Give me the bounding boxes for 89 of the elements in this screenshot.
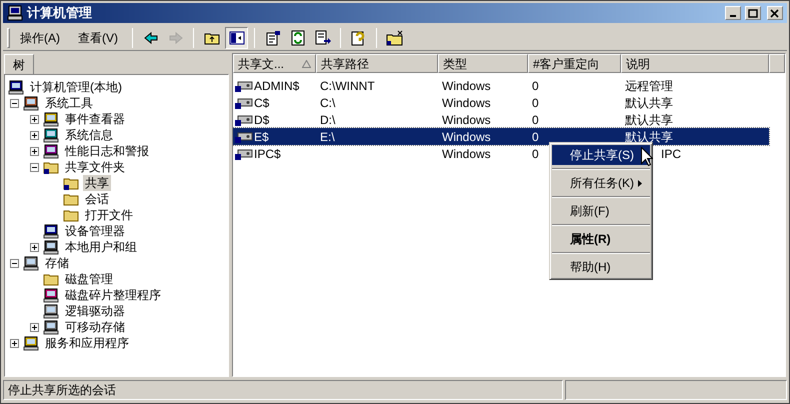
close-button[interactable] [767, 6, 783, 20]
table-cell-text: 0 [532, 112, 539, 128]
table-cell-text: 0 [532, 78, 539, 94]
table-cell-text: 0 [532, 128, 539, 146]
tree-item[interactable]: 会话 [83, 191, 111, 207]
tree-item[interactable]: 本地用户和组 [63, 239, 139, 255]
table-cell-text: 默认共享 [625, 112, 673, 128]
forward-arrow-icon [168, 30, 184, 46]
tree-item[interactable]: 计算机管理(本地) [28, 78, 124, 96]
shared-drive-icon [235, 114, 253, 126]
menu-item[interactable]: 停止共享(S) [552, 145, 650, 165]
table-cell-text: Windows [442, 128, 491, 146]
table-cell-text: 远程管理 [625, 78, 673, 94]
maximize-icon [748, 8, 758, 18]
menu-item[interactable]: 帮助(H) [552, 257, 650, 277]
table-cell-text: Windows [442, 78, 491, 94]
table-cell-text: E:\ [320, 128, 335, 146]
column-header[interactable]: 说明 [621, 54, 769, 73]
collapse-icon[interactable] [10, 258, 19, 268]
table-cell-text: D$ [254, 112, 270, 128]
tree-item[interactable]: 磁盘管理 [63, 271, 115, 287]
column-header[interactable]: #客户重定向 [528, 54, 621, 73]
table-cell-text: Windows [442, 112, 491, 128]
export-icon [314, 30, 330, 46]
table-cell-text: 0 [532, 94, 539, 112]
expand-icon[interactable] [30, 146, 39, 156]
minimize-icon [730, 14, 736, 16]
tree-item[interactable]: 设备管理器 [63, 223, 127, 239]
computer-icon [8, 79, 24, 95]
expand-icon[interactable] [30, 114, 39, 124]
table-cell-text: Windows [442, 94, 491, 112]
shared-drive-icon [235, 130, 253, 142]
table-cell-text: 0 [532, 146, 539, 162]
tree-item[interactable]: 服务和应用程序 [43, 335, 131, 351]
close-icon [770, 8, 780, 18]
tree-item[interactable]: 性能日志和警报 [63, 143, 151, 159]
column-header[interactable]: 共享文... [233, 54, 316, 73]
maximize-button[interactable] [745, 6, 761, 20]
table-cell-text: C:\WINNT [320, 78, 375, 94]
status-text: 停止共享所选的会话 [3, 380, 563, 400]
tree-item[interactable]: 磁盘碎片整理程序 [63, 287, 163, 303]
table-cell-text: E$ [254, 128, 269, 146]
collapse-icon[interactable] [30, 162, 39, 172]
refresh-icon [290, 30, 306, 46]
table-cell-text: IPC$ [254, 146, 281, 162]
expand-icon[interactable] [30, 322, 39, 332]
table-cell-text: ADMIN$ [254, 78, 300, 94]
shared-drive-icon [235, 80, 253, 92]
expand-icon[interactable] [30, 130, 39, 140]
tree-pane-button[interactable] [225, 26, 248, 48]
tree-item[interactable]: 打开文件 [83, 207, 135, 223]
menu-item[interactable]: 所有任务(K) [552, 173, 650, 193]
tree-item[interactable]: 逻辑驱动器 [63, 303, 127, 319]
column-header[interactable]: 共享路径 [316, 54, 438, 73]
sort-ascending-icon [302, 60, 311, 68]
table-cell-text: D:\ [320, 112, 336, 128]
tree-item[interactable]: 共享文件夹 [63, 159, 127, 175]
table-cell-text: 默认共享 [625, 94, 673, 112]
tree-item[interactable]: 事件查看器 [63, 111, 127, 127]
expand-icon[interactable] [10, 338, 19, 348]
table-cell-text: C:\ [320, 94, 336, 112]
menu-item[interactable]: 操作(A) [12, 28, 68, 48]
computer-icon [43, 223, 59, 239]
new-share-icon [386, 30, 404, 46]
shared-drive-icon [235, 96, 253, 108]
help-icon [350, 30, 366, 46]
menu-item[interactable]: 属性(R) [552, 229, 650, 249]
tree-pane-icon [228, 30, 244, 46]
shared-drive-icon [235, 148, 253, 160]
tree-item[interactable]: 可移动存储 [63, 319, 127, 335]
window-title: 计算机管理 [27, 4, 93, 22]
tree-item[interactable]: 存储 [43, 255, 71, 271]
tree-item[interactable]: 共享 [83, 175, 111, 191]
menu-item[interactable]: 查看(V) [70, 28, 126, 48]
mouse-cursor-icon [641, 147, 653, 166]
table-cell-text: IPC [661, 146, 682, 162]
menu-item[interactable]: 刷新(F) [552, 201, 650, 221]
table-cell-text: 默认共享 [625, 128, 673, 146]
properties-icon [264, 30, 280, 46]
expand-icon[interactable] [30, 242, 39, 252]
table-cell-text: Windows [442, 146, 491, 162]
tree-item[interactable]: 系统工具 [43, 95, 95, 111]
minimize-button[interactable] [725, 6, 741, 20]
column-header[interactable]: 类型 [438, 54, 528, 73]
back-arrow-icon [142, 30, 158, 46]
table-cell-text: C$ [254, 94, 270, 112]
tree-item[interactable]: 系统信息 [63, 127, 115, 143]
computer-icon [7, 5, 23, 21]
collapse-icon[interactable] [10, 98, 19, 108]
